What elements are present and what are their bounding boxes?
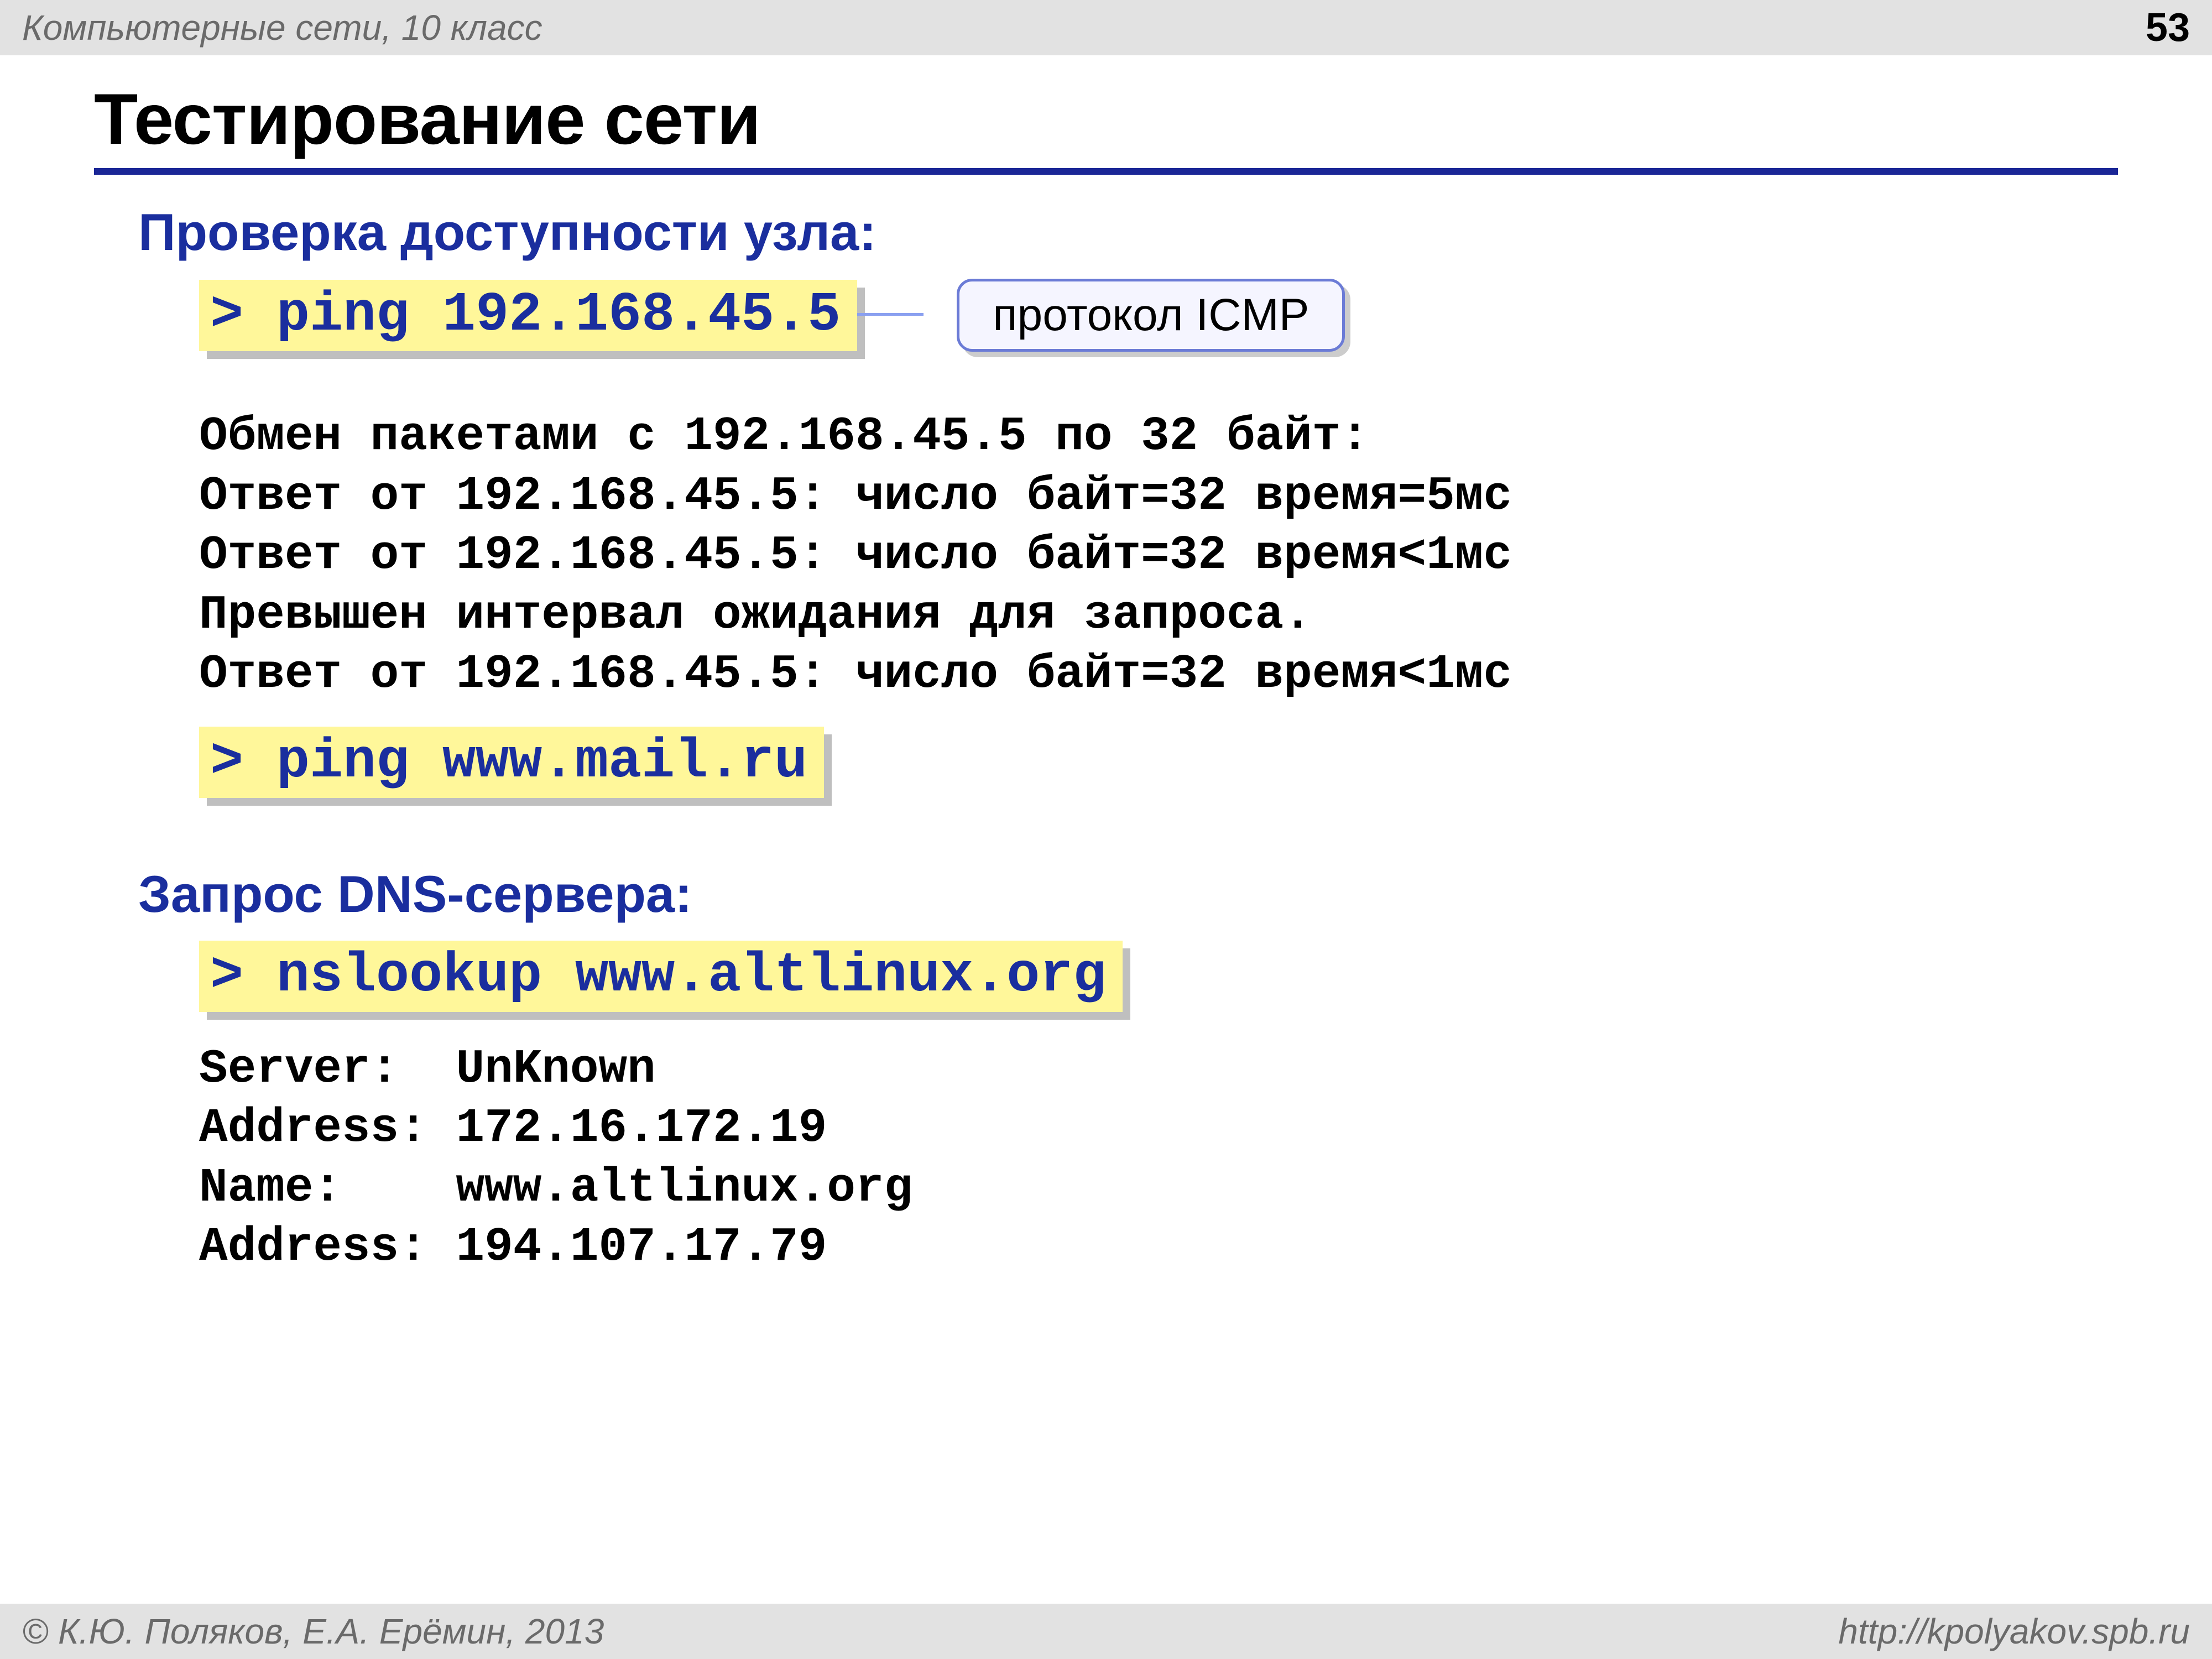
section-ping: Проверка доступности узла: > ping 192.16… bbox=[0, 202, 2212, 798]
page-number: 53 bbox=[2146, 5, 2190, 50]
title-underline bbox=[94, 168, 2118, 175]
section-heading-dns: Запрос DNS-сервера: bbox=[138, 864, 2118, 924]
prompt: > bbox=[210, 945, 243, 1008]
slide-footer: © К.Ю. Поляков, Е.А. Ерёмин, 2013 http:/… bbox=[0, 1604, 2212, 1659]
callout-connector bbox=[857, 313, 924, 317]
command-box-nslookup: > nslookup www.altlinux.org bbox=[199, 941, 1123, 1012]
section-nslookup: Запрос DNS-сервера: > nslookup www.altli… bbox=[0, 864, 2212, 1277]
nslookup-output: Server: UnKnown Address: 172.16.172.19 N… bbox=[199, 1040, 2118, 1277]
title-block: Тестирование сети bbox=[0, 55, 2212, 160]
ping-output: Обмен пакетами с 192.168.45.5 по 32 байт… bbox=[199, 407, 2118, 705]
prompt: > bbox=[210, 731, 243, 794]
command-text: ping www.mail.ru bbox=[243, 731, 807, 794]
command-row-ping-host: > ping www.mail.ru bbox=[138, 727, 2118, 798]
copyright-text: © К.Ю. Поляков, Е.А. Ерёмин, 2013 bbox=[22, 1611, 604, 1652]
command-text: nslookup www.altlinux.org bbox=[243, 945, 1106, 1008]
course-label: Компьютерные сети, 10 класс bbox=[22, 7, 542, 48]
prompt: > bbox=[210, 284, 243, 347]
command-text: ping 192.168.45.5 bbox=[243, 284, 841, 347]
command-box-ping-host: > ping www.mail.ru bbox=[199, 727, 824, 798]
footer-url: http://kpolyakov.spb.ru bbox=[1838, 1611, 2190, 1652]
slide-title: Тестирование сети bbox=[94, 77, 2212, 160]
command-box-ping-ip: > ping 192.168.45.5 bbox=[199, 280, 857, 351]
section-heading-ping: Проверка доступности узла: bbox=[138, 202, 2118, 262]
slide-header: Компьютерные сети, 10 класс 53 bbox=[0, 0, 2212, 55]
command-row-nslookup: > nslookup www.altlinux.org bbox=[138, 941, 2118, 1012]
callout-icmp: протокол ICMP bbox=[957, 279, 1345, 352]
command-row-ping-ip: > ping 192.168.45.5 протокол ICMP bbox=[138, 279, 2118, 352]
